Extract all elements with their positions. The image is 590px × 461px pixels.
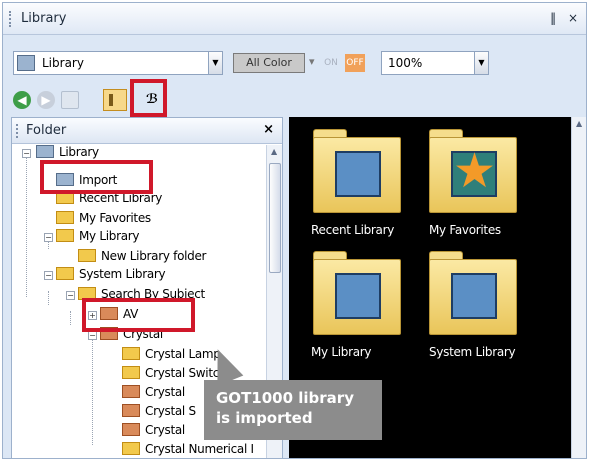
close-icon[interactable]: × [263, 122, 274, 137]
scroll-up-icon[interactable]: ▲ [271, 147, 277, 156]
tree-item-system-library[interactable]: System Library [56, 267, 166, 286]
pin-icon[interactable]: ‖ [550, 11, 556, 25]
drag-grip[interactable] [9, 11, 12, 27]
forward-icon[interactable]: ▶ [37, 91, 55, 109]
tree-item-crystal-numerical[interactable]: Crystal Numerical I [122, 442, 254, 458]
navigation-toolbar: ◀ ▶ ℬ [3, 87, 586, 115]
highlight-import-item [40, 160, 153, 194]
folder-pane-title: Folder [26, 123, 67, 138]
library-item-label: Recent Library [311, 223, 395, 237]
tree-item-my-library[interactable]: My Library [56, 229, 140, 248]
scroll-thumb[interactable] [269, 163, 281, 273]
system-library-gear-icon [451, 273, 497, 319]
color-filter-button[interactable]: All Color [233, 53, 305, 73]
tree-item-new-library-folder[interactable]: New Library folder [78, 249, 207, 268]
highlight-import-button [130, 79, 167, 117]
off-button[interactable]: OFF [345, 54, 365, 72]
tree-expander[interactable]: − [88, 331, 97, 340]
chevron-down-icon[interactable]: ▼ [208, 52, 222, 74]
library-combo-value: Library [42, 56, 84, 70]
zoom-combo[interactable]: 100% ▼ [381, 51, 489, 75]
tree-expander[interactable]: − [44, 233, 53, 242]
tree-expander[interactable]: − [44, 271, 53, 280]
tree-expander[interactable]: − [66, 291, 75, 300]
close-icon[interactable]: × [568, 11, 578, 25]
library-item-my-library[interactable] [313, 251, 401, 335]
back-icon[interactable]: ◀ [13, 91, 31, 109]
up-folder-icon[interactable] [61, 91, 79, 109]
my-library-heart-icon [335, 273, 381, 319]
color-filter-dropdown[interactable]: ▾ [309, 55, 315, 68]
window-title: Library [21, 11, 67, 26]
library-item-my-favorites[interactable]: ★ [429, 129, 517, 213]
callout-note: GOT1000 library is imported [204, 380, 382, 440]
folder-pane-header: Folder × [12, 118, 282, 144]
library-combo[interactable]: Library ▼ [13, 51, 223, 75]
title-bar: Library ‖ × [3, 3, 586, 35]
library-item-system-library[interactable] [429, 251, 517, 335]
folder-view-toggle-icon[interactable] [103, 89, 127, 111]
library-view-scrollbar[interactable]: ▲ [571, 117, 586, 458]
library-toolbar: Library ▼ All Color ▾ ON OFF 100% ▼ [3, 49, 586, 79]
drag-grip[interactable] [16, 124, 19, 138]
zoom-value: 100% [388, 56, 423, 70]
library-item-label: System Library [429, 345, 516, 359]
callout-line-2: is imported [216, 409, 313, 427]
callout-line-1: GOT1000 library [216, 389, 354, 407]
scroll-up-icon[interactable]: ▲ [576, 119, 582, 128]
on-button[interactable]: ON [321, 54, 341, 72]
title-buttons: ‖ × [542, 11, 578, 25]
tree-expander[interactable]: − [22, 149, 31, 158]
library-item-label: My Library [311, 345, 372, 359]
highlight-av-folder [82, 298, 195, 332]
tree-item-my-favorites[interactable]: My Favorites [56, 211, 151, 230]
library-icon [17, 55, 35, 71]
tree-item-crystal-3[interactable]: Crystal [122, 385, 185, 404]
chevron-down-icon[interactable]: ▼ [474, 52, 488, 74]
tree-item-crystal-s[interactable]: Crystal S [122, 404, 196, 423]
recent-library-icon [335, 151, 381, 197]
tree-item-crystal-5[interactable]: Crystal [122, 423, 185, 442]
library-item-recent-library[interactable] [313, 129, 401, 213]
library-item-label: My Favorites [429, 223, 501, 237]
